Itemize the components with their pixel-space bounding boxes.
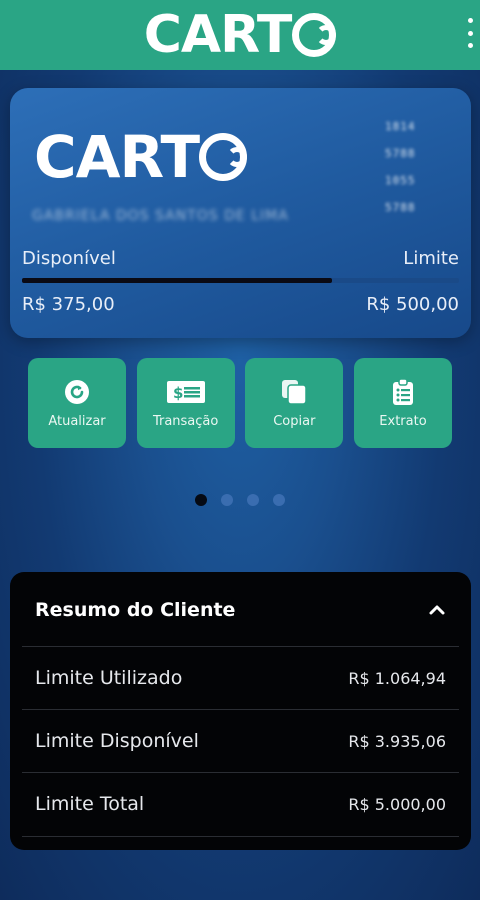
available-label: Disponível [22,248,116,269]
card-number-group: 5788 [385,147,416,160]
available-limit-label: Limite Disponível [35,730,199,752]
action-bar: Atualizar $ Transação Copiar Extrato [28,358,452,448]
available-limit-value: R$ 3.935,06 [348,731,446,751]
money-icon: $ [166,380,205,403]
used-limit-label: Limite Utilizado [35,667,183,689]
transaction-label: Transação [152,413,219,429]
summary-row: Limite Total R$ 5.000,00 [22,772,459,835]
transaction-button[interactable]: $ Transação [136,358,235,448]
credit-card[interactable]: CART 1814 5788 1055 5788 GABRIELA DOS SA… [10,88,471,338]
carousel-dot[interactable] [221,494,233,506]
clipboard-icon [392,377,413,405]
used-limit-value: R$ 1.064,94 [348,668,446,688]
card-number: 1814 5788 1055 5788 [385,120,431,214]
summary-row: Limite Utilizado R$ 1.064,94 [22,646,459,709]
carousel-dot[interactable] [195,494,207,506]
summary-title: Resumo do Cliente [35,599,236,621]
refresh-button[interactable]: Atualizar [28,358,126,448]
carousel-dot[interactable] [247,494,259,506]
summary-header[interactable]: Resumo do Cliente [10,572,471,648]
limit-label: Limite [403,248,459,269]
limit-value: R$ 500,00 [366,294,459,315]
refresh-label: Atualizar [48,413,106,429]
total-limit-label: Limite Total [35,793,145,815]
summary-row: Limite Disponível R$ 3.935,06 [22,709,459,772]
refresh-icon [65,379,89,404]
limit-progress-fill [22,278,333,283]
card-number-group: 1814 [385,120,416,133]
copy-button[interactable]: Copiar [245,358,344,448]
available-value: R$ 375,00 [22,294,115,315]
card-logo: CART [34,128,248,186]
client-summary-panel: Resumo do Cliente Limite Utilizado R$ 1.… [10,572,471,850]
card-number-group: 1055 [385,174,416,187]
divider [22,836,459,837]
copy-label: Copiar [273,413,316,429]
app-header: CART [0,0,480,70]
limit-progress-bar [22,278,459,283]
statement-label: Extrato [379,413,427,429]
chevron-up-icon[interactable] [427,600,447,620]
svg-text:$: $ [173,384,183,402]
carousel-dot[interactable] [273,494,285,506]
total-limit-value: R$ 5.000,00 [348,794,446,814]
carto-logo: CART [144,9,337,61]
statement-button[interactable]: Extrato [353,358,452,448]
copy-icon [282,379,308,405]
more-options-icon[interactable] [464,18,476,48]
carousel-indicator [0,494,480,506]
card-holder-name: GABRIELA DOS SANTOS DE LIMA [32,208,289,224]
card-number-group: 5788 [385,201,416,214]
